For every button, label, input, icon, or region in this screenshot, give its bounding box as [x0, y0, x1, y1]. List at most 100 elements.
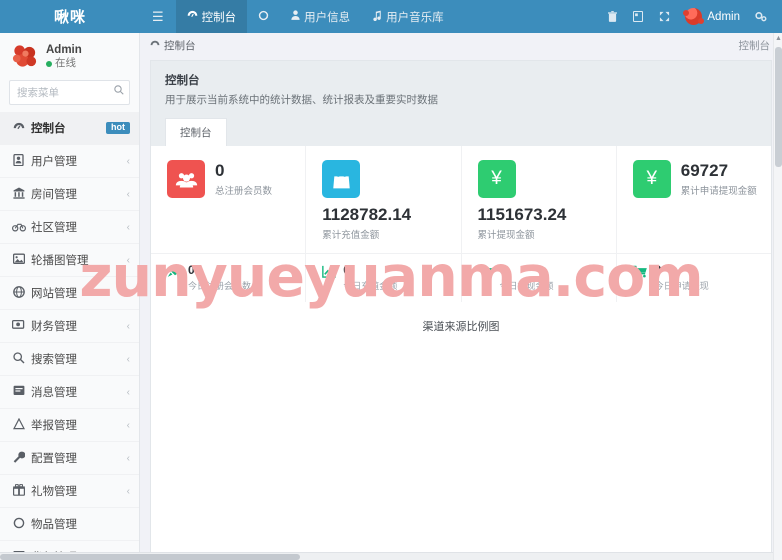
top-nav-item-user-info[interactable]: 用户信息	[280, 0, 361, 33]
top-nav-label-user-info: 用户信息	[304, 11, 351, 24]
sidebar-item-2[interactable]: 用户管理 ‹	[0, 145, 139, 178]
sidebar-item-12[interactable]: 礼物管理 ‹	[0, 475, 139, 508]
gift-icon	[11, 483, 26, 499]
rocket-icon	[167, 265, 181, 281]
dashboard-icon	[150, 40, 160, 52]
sidebar-item-4[interactable]: 社区管理 ‹	[0, 211, 139, 244]
sidebar-item-13[interactable]: 物品管理	[0, 508, 139, 541]
breadcrumb-right: 控制台	[738, 40, 771, 52]
channel-chart: 渠道来源比例图	[151, 302, 771, 552]
top-nav-item-dashboard[interactable]: 控制台	[175, 0, 248, 33]
book-icon[interactable]	[625, 0, 651, 33]
sidebar-item-1[interactable]: 控制台 hot	[0, 112, 139, 145]
sidebar-toggle-button[interactable]: ☰	[140, 0, 176, 33]
top-nav-label-music-library: 用户音乐库	[386, 11, 444, 24]
top-nav-label-dashboard: 控制台	[201, 11, 237, 24]
dashboard-icon	[187, 10, 198, 23]
line-chart-icon	[322, 265, 337, 281]
sidebar-search	[9, 80, 130, 105]
today-stat-meta: 0 今日提现金额	[499, 262, 554, 292]
sidebar-item-label: 消息管理	[31, 387, 77, 399]
today-stat-value: 0	[654, 262, 662, 277]
top-nav-item-circle[interactable]	[247, 0, 280, 33]
top-nav: ☰ 控制台 用户信息 用户音乐库	[140, 0, 599, 33]
sidebar-item-11[interactable]: 配置管理 ‹	[0, 442, 139, 475]
stat-card-meta: 1128782.14 累计充值金额	[322, 204, 411, 241]
sidebar-item-8[interactable]: 搜索管理 ‹	[0, 343, 139, 376]
stat-card-value: 0	[215, 161, 225, 180]
dashboard-card: 0 总注册会员数 1128782.14 累计充值金额 ¥1151673.24 累计提现金额…	[150, 146, 772, 556]
vertical-scroll-thumb[interactable]	[775, 47, 782, 167]
top-nav-item-music-library[interactable]: 用户音乐库	[361, 0, 455, 33]
online-dot-icon	[46, 60, 52, 67]
sidebar-item-label: 轮播图管理	[31, 255, 89, 267]
stat-card-meta: 1151673.24 累计提现金额	[478, 204, 567, 241]
message-icon	[11, 385, 26, 399]
avatar	[10, 42, 39, 71]
sidebar-user-block[interactable]: Admin 在线	[0, 33, 139, 79]
stat-card-value: 1151673.24	[477, 205, 567, 224]
stat-card-4: ¥69727 累计申请提现金额	[617, 146, 771, 253]
avatar	[683, 8, 705, 25]
stat-card-label: 总注册会员数	[215, 185, 273, 197]
chevron-left-icon: ‹	[126, 353, 130, 365]
vertical-scrollbar[interactable]: ▲	[773, 33, 782, 560]
main-content: 控制台 控制台 控制台 用于展示当前系统中的统计数据、统计报表及重要实时数据 控…	[140, 33, 782, 560]
today-stat-card-3: 0 今日提现金额	[462, 253, 617, 302]
id-card-icon	[11, 153, 26, 169]
circle-icon	[258, 10, 269, 24]
chevron-left-icon: ‹	[126, 485, 130, 497]
users-icon	[167, 160, 205, 198]
stat-card-2: 1128782.14 累计充值金额	[306, 146, 462, 253]
report-icon	[11, 417, 26, 433]
stat-card-value: 69727	[680, 161, 729, 180]
image-icon	[11, 253, 26, 267]
sidebar-user-name: Admin	[46, 43, 82, 56]
stat-card-meta: 69727 累计申请提现金额	[681, 160, 757, 197]
chart-caption: 渠道来源比例图	[422, 320, 500, 333]
top-header: 啾咪 ☰ 控制台 用户信息 用户音乐库 Admin	[0, 0, 782, 33]
scroll-up-arrow-icon[interactable]: ▲	[775, 35, 782, 42]
user-menu[interactable]: Admin	[677, 0, 748, 33]
sidebar-item-3[interactable]: 房间管理 ‹	[0, 178, 139, 211]
fullscreen-icon[interactable]	[651, 0, 677, 33]
gears-icon[interactable]	[748, 0, 774, 33]
sidebar-item-9[interactable]: 消息管理 ‹	[0, 376, 139, 409]
search-input[interactable]	[9, 80, 130, 105]
sidebar-item-7[interactable]: 财务管理 ‹	[0, 310, 139, 343]
breadcrumb: 控制台 控制台	[140, 33, 782, 58]
today-stat-value: 0	[343, 262, 350, 277]
horizontal-scroll-thumb[interactable]	[0, 554, 300, 560]
today-stat-value: 0	[499, 262, 507, 277]
sidebar-user-status: 在线	[46, 57, 82, 70]
horizontal-scrollbar[interactable]	[0, 552, 773, 560]
today-stat-card-1: 0 今日注册会员数	[151, 253, 307, 302]
money-icon	[11, 319, 26, 333]
today-stat-label: 今日申请提现	[654, 280, 709, 291]
today-stat-label: 今日提现金额	[499, 280, 554, 291]
sidebar-item-5[interactable]: 轮播图管理 ‹	[0, 244, 139, 277]
circle-o-icon	[11, 517, 26, 532]
sidebar-item-label: 社区管理	[31, 222, 77, 234]
user-icon	[291, 10, 300, 23]
today-stat-card-4: 0 今日申请提现	[617, 254, 771, 302]
sidebar-item-label: 网站管理	[31, 288, 77, 300]
globe-icon	[11, 285, 26, 301]
chevron-left-icon: ‹	[126, 254, 130, 266]
stat-card-value: 1128782.14	[322, 205, 412, 224]
dashboard-icon	[11, 122, 26, 135]
chevron-left-icon: ‹	[126, 386, 130, 398]
stat-card-label: 累计充值金额	[322, 229, 380, 241]
sidebar-item-label: 举报管理	[31, 420, 77, 432]
app-logo[interactable]: 啾咪	[0, 0, 140, 33]
tab-dashboard[interactable]: 控制台	[165, 118, 227, 147]
sidebar-item-10[interactable]: 举报管理 ‹	[0, 409, 139, 442]
user-menu-label: Admin	[707, 10, 740, 23]
search-icon	[11, 351, 26, 367]
yen-icon: ¥	[632, 160, 671, 198]
top-nav-right: Admin	[599, 0, 782, 33]
hamburger-icon: ☰	[152, 8, 164, 24]
sidebar-item-6[interactable]: 网站管理 ‹	[0, 277, 139, 310]
trash-icon[interactable]	[599, 0, 625, 33]
wrench-icon	[11, 451, 26, 466]
